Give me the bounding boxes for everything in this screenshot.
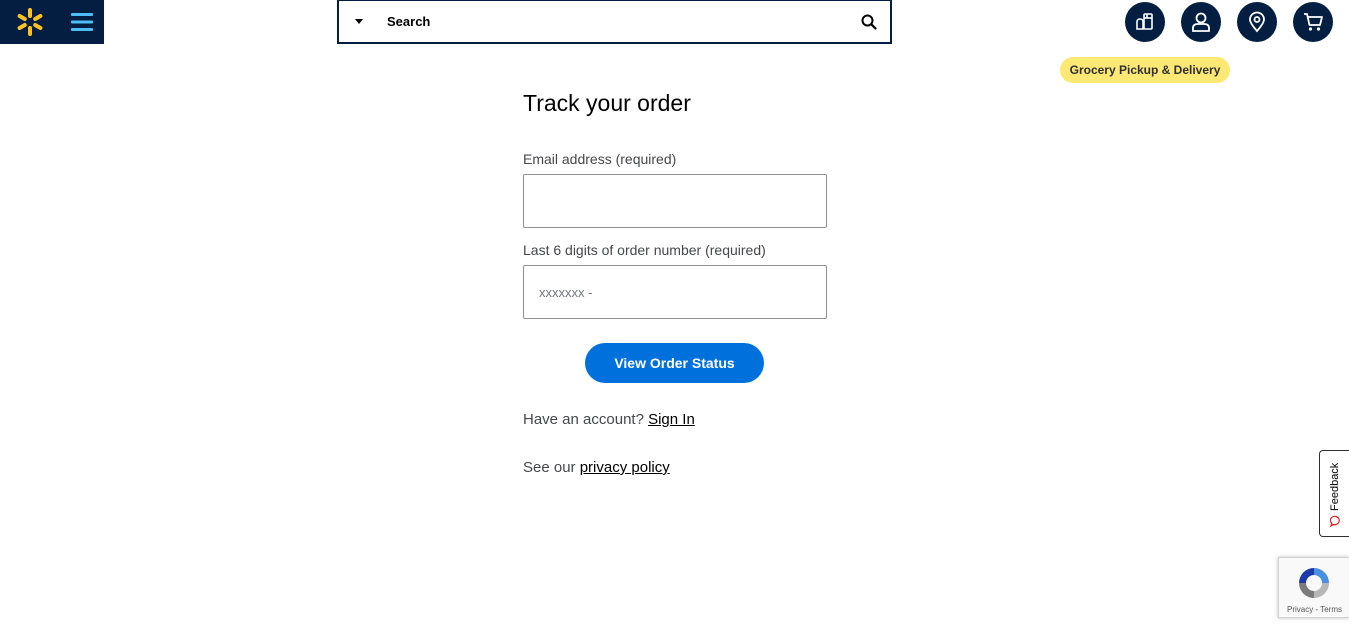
chat-bubble-icon	[1330, 515, 1340, 527]
caret-down-icon	[355, 18, 363, 24]
cart-button[interactable]	[1293, 2, 1333, 42]
email-field[interactable]	[523, 174, 827, 228]
feedback-label: Feedback	[1329, 462, 1341, 511]
grocery-button[interactable]	[1125, 2, 1165, 42]
account-icon	[1192, 12, 1210, 32]
recaptcha-icon	[1299, 568, 1329, 598]
privacy-line: See our privacy policy	[523, 459, 670, 476]
recaptcha-badge[interactable]: Privacy - Terms	[1278, 557, 1349, 618]
search-input[interactable]	[379, 1, 848, 42]
grocery-icon	[1136, 13, 1153, 30]
account-prompt: Have an account?	[523, 411, 644, 428]
order-number-field[interactable]	[523, 265, 827, 319]
store-location-button[interactable]	[1237, 2, 1277, 42]
search-icon	[861, 14, 877, 30]
search-bar	[337, 0, 892, 44]
order-number-label: Last 6 digits of order number (required)	[523, 242, 766, 258]
cart-icon	[1304, 13, 1323, 31]
walmart-logo-bar	[0, 0, 104, 44]
view-order-status-button[interactable]: View Order Status	[585, 343, 764, 383]
search-button[interactable]	[848, 1, 890, 42]
privacy-policy-link[interactable]: privacy policy	[580, 459, 670, 476]
menu-icon[interactable]	[68, 8, 96, 36]
sign-in-link[interactable]: Sign In	[648, 411, 695, 428]
spark-logo-icon[interactable]	[14, 7, 46, 37]
grocery-tooltip: Grocery Pickup & Delivery	[1060, 57, 1230, 83]
email-label: Email address (required)	[523, 151, 677, 167]
department-dropdown[interactable]	[339, 1, 379, 42]
privacy-prompt: See our	[523, 459, 576, 476]
store-location-icon	[1249, 11, 1265, 33]
page-title: Track your order	[523, 90, 691, 116]
account-prompt-line: Have an account? Sign In	[523, 411, 695, 428]
feedback-tab[interactable]: Feedback	[1319, 450, 1349, 537]
recaptcha-links: Privacy - Terms	[1287, 605, 1342, 614]
account-button[interactable]	[1181, 2, 1221, 42]
track-order-form: Track your order Email address (required…	[523, 88, 827, 476]
